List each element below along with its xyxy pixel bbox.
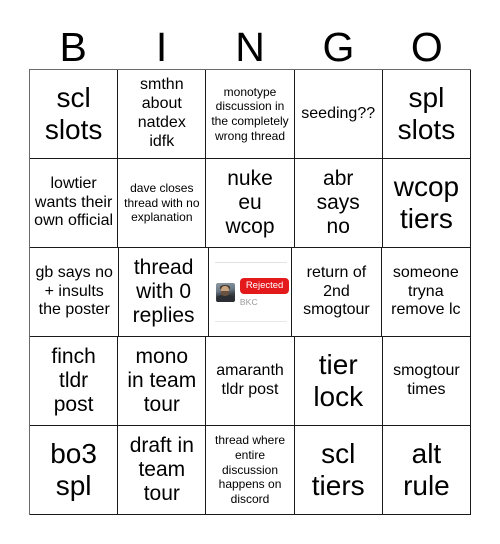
bingo-cell[interactable]: mono in team tour — [118, 337, 207, 426]
bingo-cell-label: wcop tiers — [393, 170, 460, 234]
bingo-header-letter-b: B — [59, 24, 87, 70]
forum-post-snippet: Rejected BKC — [208, 248, 292, 336]
bingo-cell-label: thread where entire discussion happens o… — [214, 433, 286, 506]
bingo-cell[interactable]: thread with 0 replies — [119, 248, 209, 337]
bingo-cell-label: mono in team tour — [127, 344, 197, 417]
bingo-cell-label: scl tiers — [311, 437, 365, 501]
bingo-cell[interactable]: tier lock — [294, 337, 383, 426]
bingo-cell-label: seeding?? — [301, 104, 376, 122]
bingo-row: gb says no + insults the poster thread w… — [30, 248, 472, 337]
bingo-grid: scl slots smthn about natdex idfk monoty… — [29, 69, 472, 515]
bingo-cell[interactable]: gb says no + insults the poster — [30, 248, 120, 337]
bingo-cell-label: finch tldr post — [51, 344, 96, 417]
avatar-body — [216, 294, 234, 302]
bingo-cell-label: tier lock — [313, 348, 364, 412]
bingo-header-letter-o: O — [410, 24, 443, 70]
bingo-header-letter-n: N — [235, 24, 265, 70]
bingo-cell-label: dave closes thread with no explanation — [124, 181, 200, 225]
bingo-cell[interactable]: smogtour times — [382, 337, 472, 426]
bingo-cell[interactable]: wcop tiers — [382, 159, 472, 248]
bingo-header-letter-g: G — [322, 24, 355, 70]
bingo-cell[interactable]: abr says no — [294, 159, 383, 248]
bingo-cell-label: thread with 0 replies — [132, 255, 195, 328]
bingo-cell[interactable]: seeding?? — [294, 70, 383, 159]
bingo-cell-label: scl slots — [44, 81, 103, 145]
snippet-divider — [214, 262, 288, 263]
snippet-divider — [214, 321, 288, 322]
bingo-cell[interactable]: lowtier wants their own official — [30, 159, 119, 248]
bingo-row: finch tldr post mono in team tour amaran… — [30, 337, 472, 426]
bingo-card: B I N G O scl slots smthn about natdex i… — [29, 14, 472, 515]
avatar-beard — [220, 290, 229, 296]
bingo-cell-label: gb says no + insults the poster — [35, 263, 113, 319]
bingo-cell-label: spl slots — [397, 81, 456, 145]
bingo-cell[interactable]: someone tryna remove lc — [381, 248, 472, 337]
bingo-cell-label: abr says no — [316, 166, 360, 239]
bingo-cell-label: bo3 spl — [50, 437, 97, 501]
bingo-cell-label: draft in team tour — [129, 433, 194, 506]
bingo-cell[interactable]: bo3 spl — [30, 426, 119, 515]
bingo-cell[interactable]: smthn about natdex idfk — [118, 70, 207, 159]
bingo-cell[interactable]: amaranth tldr post — [206, 337, 295, 426]
bingo-cell-label: nuke eu wcop — [225, 166, 275, 239]
bingo-row: scl slots smthn about natdex idfk monoty… — [30, 70, 472, 159]
bingo-cell[interactable]: scl tiers — [294, 426, 383, 515]
bingo-cell-label: alt rule — [403, 437, 450, 501]
bingo-cell[interactable]: monotype discussion in the completely wr… — [206, 70, 295, 159]
bingo-cell-label: smthn about natdex idfk — [137, 76, 186, 150]
bingo-cell[interactable]: alt rule — [382, 426, 472, 515]
bingo-cell[interactable]: nuke eu wcop — [206, 159, 295, 248]
bingo-cell[interactable]: dave closes thread with no explanation — [118, 159, 207, 248]
bingo-cell[interactable]: thread where entire discussion happens o… — [206, 426, 295, 515]
bingo-cell[interactable]: scl slots — [30, 70, 119, 159]
bingo-cell[interactable]: finch tldr post — [30, 337, 119, 426]
bingo-row: bo3 spl draft in team tour thread where … — [30, 426, 472, 515]
snippet-username: BKC — [239, 297, 258, 307]
bingo-cell-label: monotype discussion in the completely wr… — [211, 84, 289, 143]
bingo-header-row: B I N G O — [29, 14, 471, 69]
snippet-meta: Rejected BKC — [239, 277, 290, 307]
avatar — [215, 282, 235, 302]
status-badge: Rejected — [239, 277, 290, 294]
bingo-cell-label: someone tryna remove lc — [391, 263, 461, 319]
bingo-cell-label: return of 2nd smogtour — [303, 263, 370, 319]
bingo-cell-label: lowtier wants their own official — [34, 174, 114, 230]
bingo-row: lowtier wants their own official dave cl… — [30, 159, 472, 248]
bingo-cell[interactable]: spl slots — [382, 70, 472, 159]
bingo-cell-label: smogtour times — [393, 362, 460, 398]
bingo-header-letter-i: I — [155, 24, 168, 70]
bingo-cell[interactable]: return of 2nd smogtour — [292, 248, 382, 337]
bingo-cell-label: amaranth tldr post — [216, 362, 284, 398]
bingo-cell[interactable]: draft in team tour — [118, 426, 207, 515]
bingo-cell-image[interactable]: Rejected BKC — [208, 248, 293, 337]
